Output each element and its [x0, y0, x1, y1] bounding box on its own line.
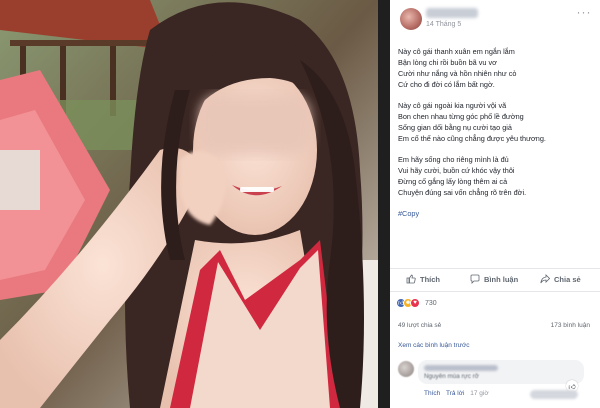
- post-stats: 49 lượt chia sẻ 173 bình luận: [390, 318, 600, 332]
- post-line: Vui hãy cười, buồn cứ khóc vậy thôi: [398, 166, 515, 175]
- stanza-gap: [398, 198, 598, 208]
- post-timestamp[interactable]: 14 Tháng 5: [426, 21, 461, 28]
- post-text: Này cô gái thanh xuân em ngắn lắm Bận lò…: [398, 46, 598, 219]
- reaction-count[interactable]: 730: [425, 300, 437, 307]
- comment-actions: Thích Trả lời 17 giờ: [424, 390, 493, 397]
- post-photo[interactable]: [0, 0, 378, 408]
- commenter-avatar[interactable]: [398, 361, 414, 377]
- post-line: Bận lòng chi rồi buồn bã vu vơ: [398, 58, 497, 67]
- comment-label: Bình luận: [484, 274, 519, 284]
- post-line: Em cố thế nào cũng chẳng được yêu thương…: [398, 134, 546, 143]
- comment-bubble: Nguyên mùa rực rỡ 👍︎: [418, 360, 584, 392]
- photo-illustration: [0, 0, 378, 408]
- hashtag-link[interactable]: #Copy: [398, 208, 598, 219]
- post-line: Cứ cho đi đời có lắm bất ngờ.: [398, 80, 495, 89]
- photo-divider: [378, 0, 390, 408]
- post-line: Này cô gái ngoài kia người vội vã: [398, 101, 507, 110]
- commenter-name-redacted[interactable]: [424, 365, 498, 371]
- post-actions-bar: Thích Bình luận Chia sẻ: [390, 268, 600, 292]
- author-name-redacted[interactable]: [426, 8, 478, 18]
- post-line: Sống gian dối bằng nụ cười tạo giả: [398, 123, 512, 132]
- author-avatar[interactable]: [400, 8, 422, 30]
- reaction-icons: 👍︎ ☻ ♥: [396, 298, 420, 308]
- share-button[interactable]: Chia sẻ: [540, 274, 581, 284]
- share-count[interactable]: 49 lượt chia sẻ: [398, 322, 441, 329]
- love-reaction-icon: ♥: [410, 298, 420, 308]
- more-dots-icon[interactable]: ···: [576, 6, 592, 18]
- post-line: Này cô gái thanh xuân em ngắn lắm: [398, 47, 515, 56]
- comment-time[interactable]: 17 giờ: [470, 390, 488, 397]
- post-header: 14 Tháng 5 ···: [390, 0, 600, 34]
- share-icon: [540, 274, 550, 284]
- comment-button[interactable]: Bình luận: [470, 274, 518, 284]
- comment-reply-link[interactable]: Trả lời: [446, 390, 464, 397]
- post-line: Em hãy sống cho riêng mình là đủ: [398, 155, 509, 164]
- comment-icon: [470, 274, 480, 284]
- comment-like-link[interactable]: Thích: [424, 390, 440, 397]
- reaction-summary[interactable]: 👍︎ ☻ ♥ 730: [396, 297, 437, 309]
- like-button[interactable]: Thích: [406, 274, 440, 284]
- stanza-gap: [398, 144, 598, 154]
- view-previous-comments-link[interactable]: Xem các bình luận trước: [398, 342, 469, 349]
- share-label: Chia sẻ: [554, 274, 581, 284]
- like-label: Thích: [420, 274, 440, 284]
- comment-count[interactable]: 173 bình luận: [551, 322, 590, 329]
- post-line: Bon chen nhau từng góc phố lề đường: [398, 112, 524, 121]
- thumbs-up-icon: [406, 274, 416, 284]
- stanza-gap: [398, 90, 598, 100]
- post-panel: 14 Tháng 5 ··· Này cô gái thanh xuân em …: [390, 0, 600, 408]
- post-line: Cười như nắng và hồn nhiên như cỏ: [398, 69, 517, 78]
- comment-extra-redacted: [530, 390, 578, 399]
- post-line: Đừng cố gắng lấy lòng thêm ai cả: [398, 177, 508, 186]
- comment-text: Nguyên mùa rực rỡ: [424, 373, 479, 380]
- post-line: Chuyện đúng sai vốn chẳng rõ trên đời.: [398, 188, 527, 197]
